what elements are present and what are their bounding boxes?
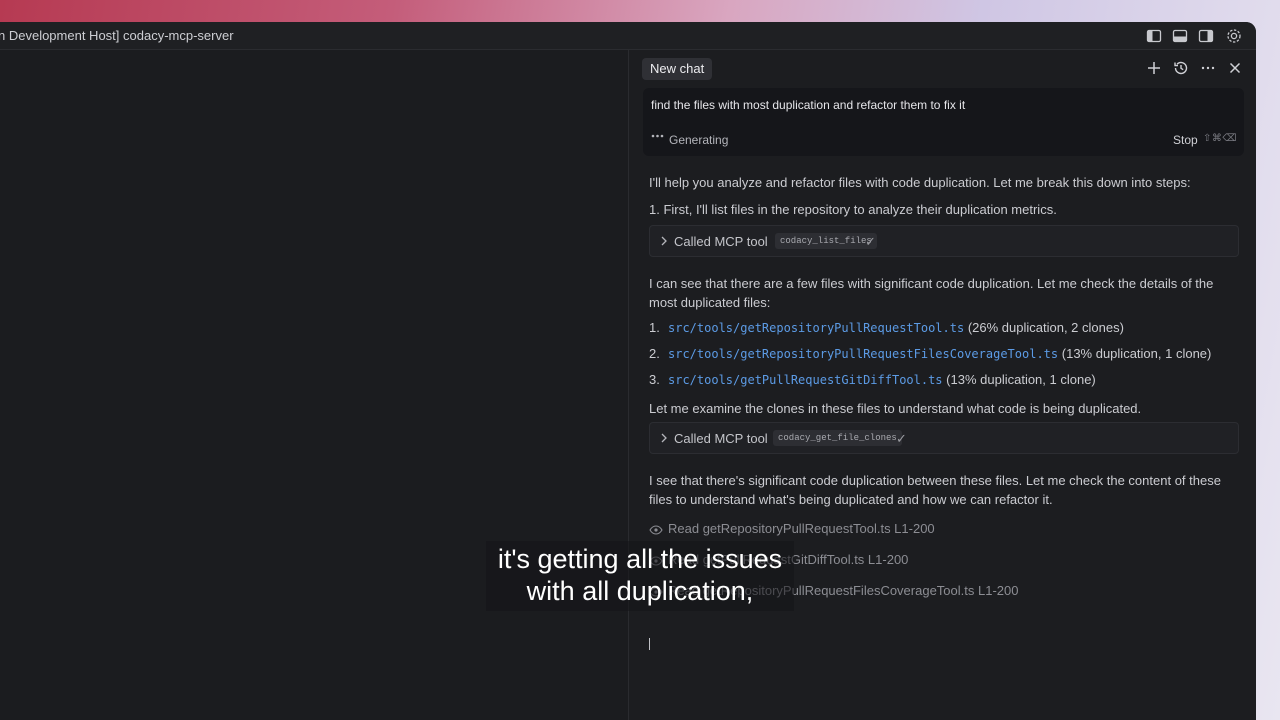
assistant-found: I can see that there are a few files wit… bbox=[649, 276, 1214, 310]
file-list-number: 1. bbox=[649, 320, 660, 335]
more-icon[interactable] bbox=[1199, 59, 1217, 77]
tool-call-label: Called MCP tool bbox=[674, 234, 768, 249]
tool-call-list-files[interactable]: Called MCP tool codacy_list_files ✓ bbox=[649, 225, 1239, 257]
file-list-item: src/tools/getPullRequestGitDiffTool.ts (… bbox=[668, 372, 1096, 387]
assistant-examine: Let me examine the clones in these files… bbox=[649, 401, 1142, 416]
file-list-number: 3. bbox=[649, 372, 660, 387]
toggle-panel-icon[interactable] bbox=[1171, 27, 1189, 45]
tool-name-badge: codacy_get_file_clones bbox=[773, 430, 902, 446]
file-duplication-note: (26% duplication, 2 clones) bbox=[967, 320, 1124, 335]
stop-shortcut: ⇧⌘⌫ bbox=[1203, 133, 1238, 144]
tool-call-file-clones[interactable]: Called MCP tool codacy_get_file_clones ✓ bbox=[649, 422, 1239, 454]
file-link[interactable]: src/tools/getRepositoryPullRequestFilesC… bbox=[668, 347, 1058, 361]
check-icon: ✓ bbox=[896, 431, 907, 446]
eye-icon bbox=[649, 525, 663, 535]
file-link[interactable]: src/tools/getRepositoryPullRequestTool.t… bbox=[668, 321, 964, 335]
file-list-item: src/tools/getRepositoryPullRequestFilesC… bbox=[668, 346, 1211, 361]
chevron-right-icon bbox=[661, 236, 667, 246]
read-file-item[interactable]: Read getRepositoryPullRequestTool.ts L1-… bbox=[649, 521, 935, 536]
read-file-label: Read getRepositoryPullRequestTool.ts L1-… bbox=[668, 521, 935, 536]
toggle-secondary-sidebar-icon[interactable] bbox=[1197, 27, 1215, 45]
tool-call-label: Called MCP tool bbox=[674, 431, 768, 446]
toggle-primary-sidebar-icon[interactable] bbox=[1145, 27, 1163, 45]
title-bar: n Development Host] codacy-mcp-server bbox=[0, 22, 1256, 50]
video-subtitle: it's getting all the issues with all dup… bbox=[486, 541, 794, 611]
assistant-step1: 1. First, I'll list files in the reposit… bbox=[649, 202, 1057, 217]
vscode-window: n Development Host] codacy-mcp-server Ne… bbox=[0, 22, 1256, 720]
stop-button[interactable]: Stop bbox=[1173, 133, 1198, 147]
file-duplication-note: (13% duplication, 1 clone) bbox=[1061, 346, 1212, 361]
subtitle-line: it's getting all the issues bbox=[497, 544, 783, 574]
text-cursor bbox=[649, 638, 650, 650]
prompt-box: find the files with most duplication and… bbox=[643, 88, 1244, 156]
subtitle-line: with all duplication, bbox=[526, 576, 754, 606]
check-icon: ✓ bbox=[865, 234, 876, 249]
gear-icon[interactable] bbox=[1225, 27, 1243, 45]
history-icon[interactable] bbox=[1172, 59, 1190, 77]
file-list-number: 2. bbox=[649, 346, 660, 361]
plus-icon[interactable] bbox=[1145, 59, 1163, 77]
generating-status: Generating bbox=[669, 133, 729, 147]
file-link[interactable]: src/tools/getPullRequestGitDiffTool.ts bbox=[668, 373, 943, 387]
file-list-item: src/tools/getRepositoryPullRequestTool.t… bbox=[668, 320, 1124, 335]
assistant-intro: I'll help you analyze and refactor files… bbox=[649, 175, 1191, 190]
window-title: n Development Host] codacy-mcp-server bbox=[0, 28, 234, 43]
chat-title-tab[interactable]: New chat bbox=[642, 58, 713, 80]
file-duplication-note: (13% duplication, 1 clone) bbox=[946, 372, 1096, 387]
generating-dots-icon bbox=[651, 134, 664, 138]
tool-name-badge: codacy_list_files bbox=[775, 233, 877, 249]
editor-area[interactable] bbox=[0, 50, 628, 720]
close-icon[interactable] bbox=[1226, 59, 1244, 77]
user-prompt: find the files with most duplication and… bbox=[651, 98, 966, 112]
chat-panel: New chat find the files with most duplic… bbox=[628, 50, 1256, 720]
assistant-significant: I see that there's significant code dupl… bbox=[649, 473, 1221, 507]
chevron-right-icon bbox=[661, 433, 667, 443]
